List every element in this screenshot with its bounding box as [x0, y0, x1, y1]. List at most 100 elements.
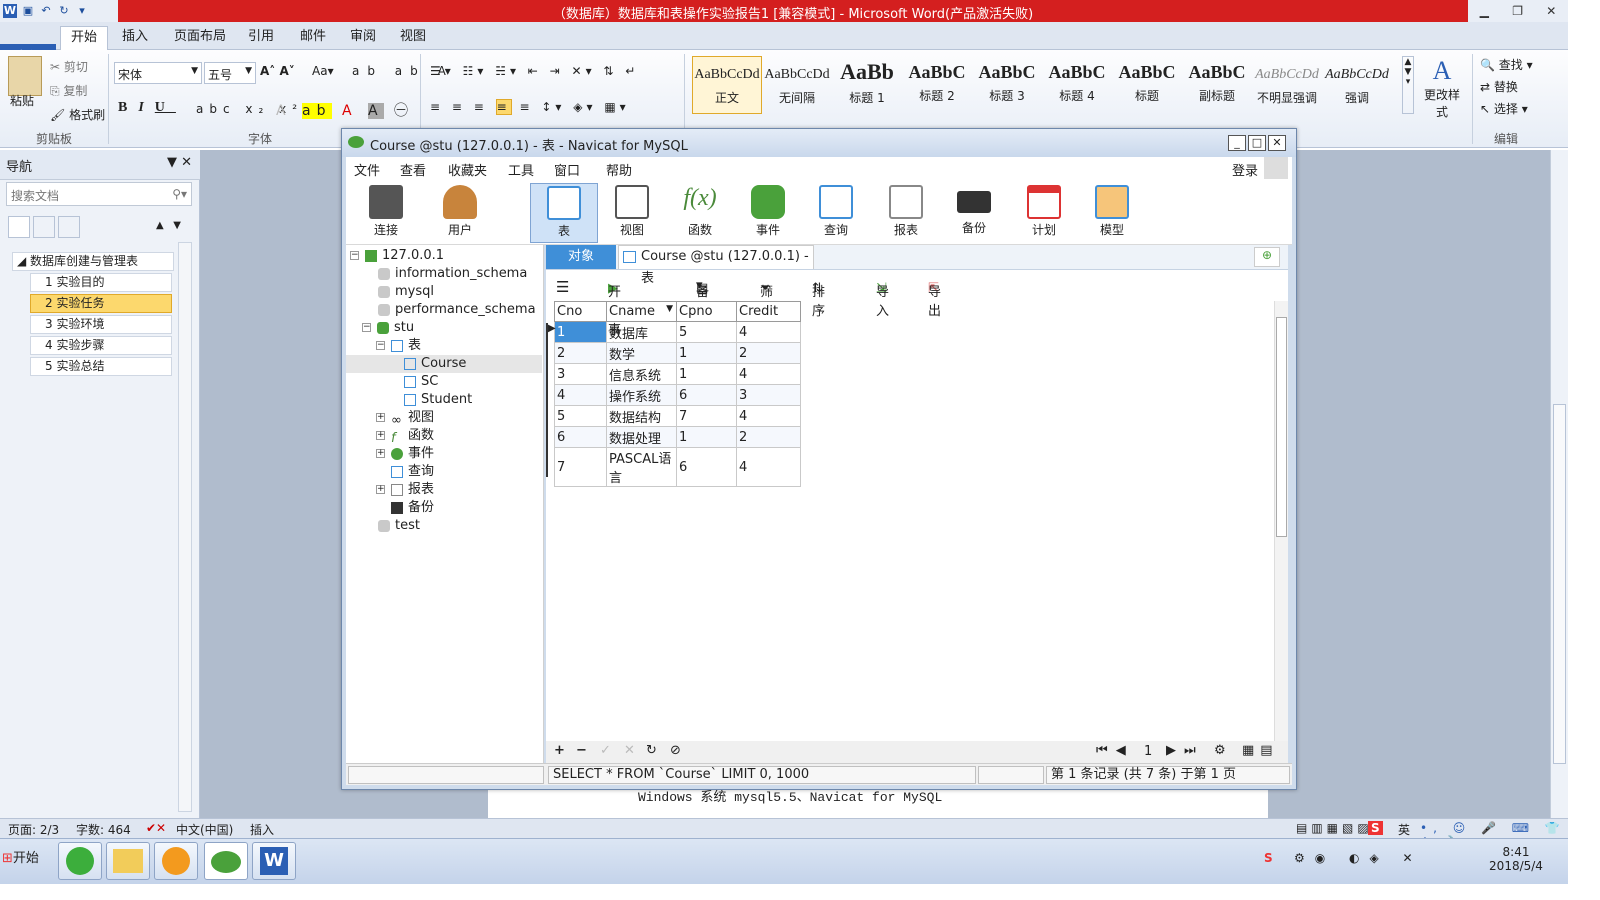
style-emphasis[interactable]: AaBbCcDd 强调 — [1322, 56, 1392, 114]
redo-icon[interactable]: ↻ — [57, 4, 71, 18]
search-icon[interactable]: ⚲▾ — [172, 187, 187, 201]
cell[interactable]: 4 — [736, 363, 801, 385]
table-row[interactable]: 2 数学 1 2 — [554, 342, 801, 364]
headings-view-icon[interactable] — [8, 216, 30, 238]
sogou-ime-icon[interactable]: S — [1368, 821, 1383, 835]
tab-course-table[interactable]: Course @stu (127.0.0.1) - 表 — [618, 245, 814, 286]
menu-help[interactable]: 帮助 — [606, 160, 632, 179]
cell[interactable]: 6 — [676, 447, 737, 487]
tab-mailings[interactable]: 邮件 — [290, 26, 336, 50]
cell[interactable]: 1 — [676, 426, 737, 448]
cell[interactable]: 数学 — [606, 342, 677, 364]
cell[interactable]: 数据处理 — [606, 426, 677, 448]
tree-events[interactable]: + 事件 — [346, 445, 542, 463]
tool-connection[interactable]: 连接 — [354, 183, 418, 243]
cell[interactable]: 数据结构 — [606, 405, 677, 427]
align-icons[interactable]: ≡ ≡ ≡ ≡ ≡ ↕▾ ◈▾ ▦▾ — [430, 99, 630, 115]
nav-item[interactable]: 3 实验环境 — [30, 315, 172, 334]
tool-event[interactable]: 事件 — [736, 183, 800, 243]
settings-icon[interactable]: ⚙ — [1214, 743, 1226, 758]
column-header-cname[interactable]: Cname ▼ — [606, 301, 677, 322]
cell[interactable]: 2 — [736, 426, 801, 448]
tab-view[interactable]: 视图 — [390, 26, 436, 50]
cell[interactable]: 3 — [736, 384, 801, 406]
tree-db[interactable]: test — [346, 517, 542, 535]
change-styles-button[interactable]: A 更改样式 — [1420, 56, 1464, 120]
sogou-tray-icon[interactable]: S — [1264, 851, 1273, 865]
nav-root-item[interactable]: ◢ 数据库创建与管理表 — [12, 252, 174, 271]
proofing-icon[interactable]: ✔✕ — [146, 821, 166, 835]
table-row[interactable]: 4 操作系统 6 3 — [554, 384, 801, 406]
menu-view[interactable]: 查看 — [400, 160, 426, 179]
cell[interactable]: 7 — [676, 405, 737, 427]
menu-tools[interactable]: 工具 — [508, 160, 534, 179]
expand-icon[interactable]: + — [376, 413, 385, 422]
tool-report[interactable]: 报表 — [874, 183, 938, 243]
nav-item-selected[interactable]: 2 实验任务 — [30, 294, 172, 313]
style-normal[interactable]: AaBbCcDd 正文 — [692, 56, 762, 114]
table-row[interactable]: 5 数据结构 7 4 — [554, 405, 801, 427]
style-heading2[interactable]: AaBbC 标题 2 — [902, 56, 972, 114]
tree-tables[interactable]: − 表 — [346, 337, 542, 355]
refresh-icon[interactable]: ↻ — [646, 743, 657, 758]
scroll-thumb[interactable] — [1553, 404, 1566, 764]
new-tab-icon[interactable]: ⊕ — [1254, 247, 1280, 267]
search-document-input[interactable]: 搜索文档 ⚲▾ — [6, 182, 192, 206]
close-icon[interactable]: ✕ — [1268, 135, 1286, 151]
cell[interactable]: 1 — [676, 363, 737, 385]
delete-record-icon[interactable]: − — [576, 743, 587, 758]
close-icon[interactable]: ✕ — [1546, 4, 1556, 18]
grid-vertical-scrollbar[interactable] — [1274, 301, 1288, 741]
nav-item[interactable]: 5 实验总结 — [30, 357, 172, 376]
first-prev-icons[interactable]: ⏮◀ — [1096, 743, 1134, 758]
menu-window[interactable]: 窗口 — [554, 160, 580, 179]
table-row[interactable]: 3 信息系统 1 4 — [554, 363, 801, 385]
column-header-cno[interactable]: Cno — [554, 301, 607, 322]
format-painter-button[interactable]: 🖌 格式刷 — [50, 106, 105, 123]
style-no-spacing[interactable]: AaBbCcDd 无间隔 — [762, 56, 832, 114]
tool-schedule[interactable]: 计划 — [1012, 183, 1076, 243]
cell[interactable]: 4 — [736, 405, 801, 427]
minimize-icon[interactable]: ▁ — [1480, 4, 1489, 18]
cell[interactable]: 操作系统 — [606, 384, 677, 406]
styles-scroll[interactable]: ▲ ▼ ▾ — [1402, 56, 1414, 114]
table-row[interactable]: 6 数据处理 1 2 — [554, 426, 801, 448]
results-view-icon[interactable] — [58, 216, 80, 238]
nav-item[interactable]: 1 实验目的 — [30, 273, 172, 292]
tool-table[interactable]: 表 — [530, 183, 598, 243]
tree-table[interactable]: SC — [346, 373, 542, 391]
save-icon[interactable]: ▣ — [21, 4, 35, 18]
cell[interactable]: 5 — [554, 405, 607, 427]
expand-icon[interactable]: + — [376, 485, 385, 494]
maximize-icon[interactable]: □ — [1248, 135, 1266, 151]
customize-qat-icon[interactable]: ▾ — [75, 4, 89, 18]
language[interactable]: 中文(中国) — [176, 821, 233, 838]
menu-icon[interactable]: ☰ — [556, 278, 569, 296]
expand-icon[interactable]: + — [376, 431, 385, 440]
cell[interactable]: PASCAL语言 — [606, 447, 677, 487]
undo-icon[interactable]: ↶ — [39, 4, 53, 18]
select-button[interactable]: ↖ 选择 ▾ — [1480, 100, 1528, 117]
tree-db[interactable]: mysql — [346, 283, 542, 301]
style-heading4[interactable]: AaBbC 标题 4 — [1042, 56, 1112, 114]
cell[interactable]: 2 — [554, 342, 607, 364]
font-name-box[interactable]: 宋体 ▼ — [114, 62, 202, 84]
add-record-icon[interactable]: + — [554, 743, 565, 758]
nav-up-down-icons[interactable]: ▲ ▼ — [156, 220, 181, 231]
tray-icons[interactable]: ⚙◉ ◐◈ ✕ — [1294, 851, 1423, 865]
menu-file[interactable]: 文件 — [354, 160, 380, 179]
cut-button[interactable]: ✂ 剪切 — [50, 58, 88, 75]
minimize-icon[interactable]: _ — [1228, 135, 1246, 151]
cell[interactable]: 5 — [676, 321, 737, 343]
word-count[interactable]: 字数: 464 — [76, 821, 131, 838]
cell[interactable]: 1 — [554, 321, 607, 343]
tree-table[interactable]: Student — [346, 391, 542, 409]
ime-mode[interactable]: 英 — [1398, 821, 1410, 838]
collapse-icon[interactable]: − — [362, 323, 371, 332]
tool-query[interactable]: 查询 — [804, 183, 868, 243]
tab-objects[interactable]: 对象 — [546, 245, 616, 269]
tree-table-selected[interactable]: Course — [346, 355, 542, 373]
restore-icon[interactable]: ❐ — [1512, 4, 1523, 18]
cell[interactable]: 1 — [676, 342, 737, 364]
tree-db[interactable]: performance_schema — [346, 301, 542, 319]
